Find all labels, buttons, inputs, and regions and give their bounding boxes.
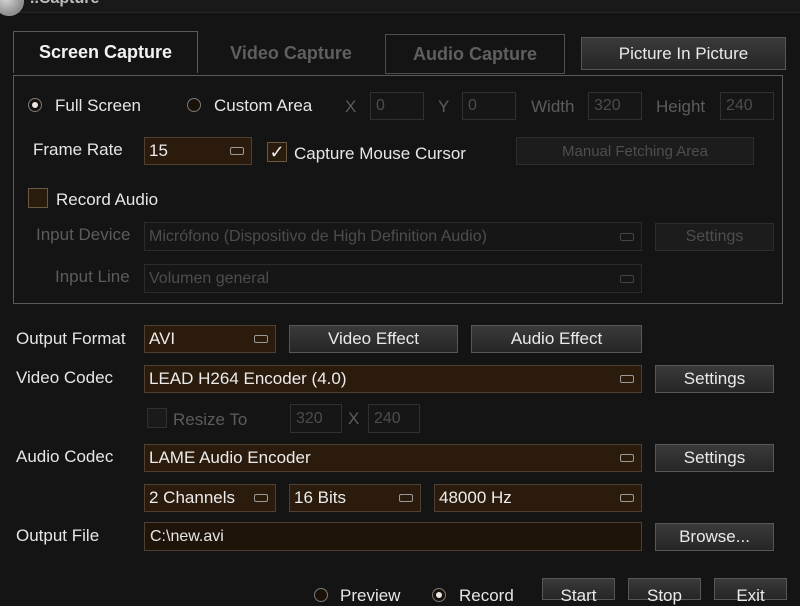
x-label: X (345, 97, 357, 116)
tab-audio-capture[interactable]: Audio Capture (385, 34, 565, 74)
audio-codec-value: LAME Audio Encoder (149, 448, 311, 467)
x-input[interactable]: 0 (370, 92, 424, 120)
capture-mouse-cursor-label: Capture Mouse Cursor (294, 144, 466, 163)
video-codec-value: LEAD H264 Encoder (4.0) (149, 369, 347, 388)
video-effect-button[interactable]: Video Effect (289, 325, 458, 353)
dropdown-arrow-icon (254, 335, 268, 343)
video-codec-select[interactable]: LEAD H264 Encoder (4.0) (144, 365, 642, 393)
sample-rate-select[interactable]: 48000 Hz (434, 484, 642, 512)
dropdown-arrow-icon (399, 494, 413, 502)
manual-fetching-area-button[interactable]: Manual Fetching Area (516, 137, 754, 165)
output-format-label: Output Format (16, 329, 126, 348)
dropdown-arrow-icon (230, 147, 244, 155)
tab-picture-in-picture[interactable]: Picture In Picture (581, 37, 786, 70)
stop-button[interactable]: Stop (628, 578, 701, 605)
height-label: Height (656, 97, 706, 116)
resize-to-checkbox[interactable] (147, 408, 167, 428)
record-audio-label: Record Audio (56, 190, 159, 209)
sample-rate-value: 48000 Hz (439, 488, 512, 507)
y-label: Y (438, 97, 450, 116)
audio-codec-settings-button[interactable]: Settings (655, 444, 774, 472)
channels-select[interactable]: 2 Channels (144, 484, 276, 512)
record-label: Record (459, 586, 514, 605)
custom-area-radio[interactable] (187, 98, 201, 112)
dropdown-arrow-icon (620, 454, 634, 462)
output-format-value: AVI (149, 329, 176, 348)
bits-value: 16 Bits (294, 488, 346, 507)
full-screen-label: Full Screen (55, 96, 141, 115)
resize-width-input[interactable]: 320 (290, 404, 342, 433)
input-line-label: Input Line (55, 267, 130, 286)
audio-codec-label: Audio Codec (16, 447, 114, 466)
input-line-value: Volumen general (149, 269, 270, 287)
full-screen-radio[interactable] (28, 98, 42, 112)
resize-x-label: X (348, 409, 360, 428)
channels-value: 2 Channels (149, 488, 236, 507)
input-line-select[interactable]: Volumen general (144, 264, 642, 293)
dropdown-arrow-icon (620, 494, 634, 502)
exit-button[interactable]: Exit (714, 578, 787, 605)
radio-selected-dot (436, 592, 442, 598)
input-device-value: Micrófono (Dispositivo de High Definitio… (149, 227, 487, 245)
checkmark-icon: ✓ (269, 142, 285, 162)
capture-mouse-cursor-checkbox[interactable]: ✓ (267, 142, 287, 162)
preview-label: Preview (340, 586, 401, 605)
window-title: ..Capture (30, 0, 99, 8)
dropdown-arrow-icon (620, 375, 634, 383)
output-file-input[interactable]: C:\new.avi (144, 522, 642, 551)
audio-codec-select[interactable]: LAME Audio Encoder (144, 444, 642, 472)
browse-button[interactable]: Browse... (655, 523, 774, 551)
tab-video-capture[interactable]: Video Capture (205, 32, 377, 74)
audio-effect-button[interactable]: Audio Effect (471, 325, 642, 353)
output-format-select[interactable]: AVI (144, 325, 276, 353)
custom-area-label: Custom Area (214, 96, 313, 115)
resize-height-input[interactable]: 240 (368, 404, 420, 433)
app-logo-icon (0, 0, 24, 16)
frame-rate-label: Frame Rate (33, 140, 123, 159)
input-device-select[interactable]: Micrófono (Dispositivo de High Definitio… (144, 222, 642, 251)
resize-to-label: Resize To (173, 410, 248, 429)
radio-selected-dot (32, 102, 38, 108)
record-audio-checkbox[interactable] (28, 188, 48, 208)
dropdown-arrow-icon (620, 232, 634, 241)
video-codec-settings-button[interactable]: Settings (655, 365, 774, 393)
tab-screen-capture[interactable]: Screen Capture (13, 31, 198, 73)
frame-rate-select[interactable]: 15 (144, 137, 252, 165)
start-button[interactable]: Start (542, 578, 615, 605)
output-file-label: Output File (16, 526, 100, 545)
video-codec-label: Video Codec (16, 368, 114, 387)
title-bar (0, 0, 800, 13)
y-input[interactable]: 0 (462, 92, 516, 120)
height-input[interactable]: 240 (720, 92, 774, 120)
width-input[interactable]: 320 (588, 92, 642, 120)
dropdown-arrow-icon (254, 494, 268, 502)
input-device-settings-button[interactable]: Settings (655, 223, 774, 251)
dropdown-arrow-icon (620, 274, 634, 283)
input-device-label: Input Device (36, 225, 131, 244)
frame-rate-value: 15 (149, 141, 168, 160)
bits-select[interactable]: 16 Bits (289, 484, 421, 512)
width-label: Width (531, 97, 575, 116)
